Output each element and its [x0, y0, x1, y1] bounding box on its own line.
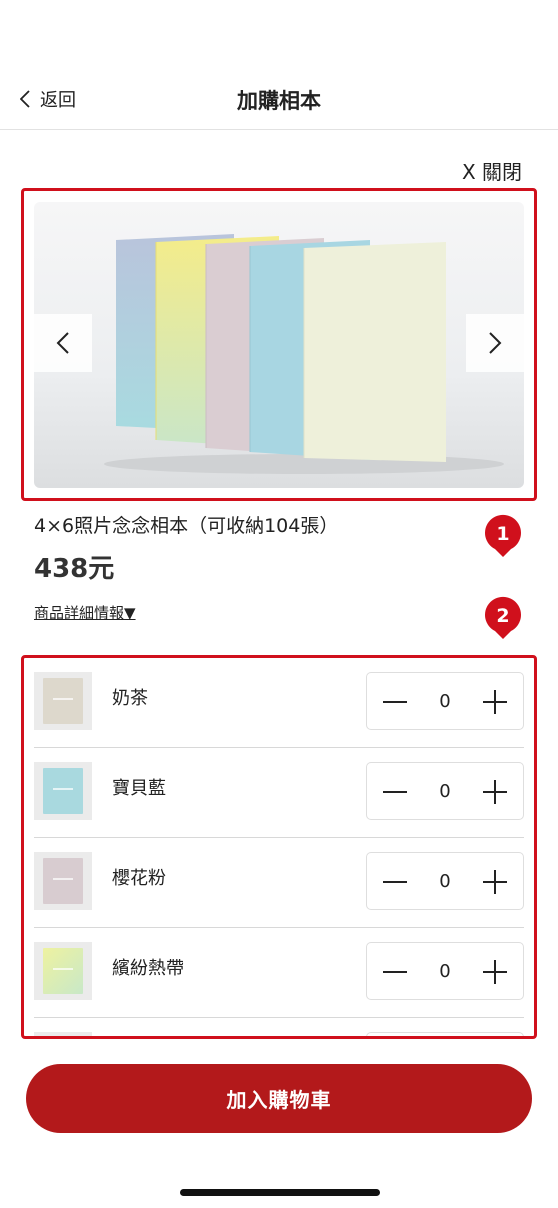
add-to-cart-button[interactable]: 加入購物車: [26, 1064, 532, 1133]
close-button[interactable]: X 關閉: [462, 156, 522, 185]
badge-number: 1: [496, 523, 510, 545]
annotation-badge-2: 2: [483, 595, 523, 641]
nav-bar: 返回 加購相本: [0, 70, 558, 130]
product-details-link[interactable]: 商品詳細情報▼: [34, 602, 136, 623]
product-price: 438元: [34, 554, 115, 584]
annotation-badge-1: 1: [483, 513, 523, 559]
badge-number: 2: [496, 605, 510, 627]
home-indicator: [180, 1189, 380, 1196]
product-name: 4×6照片念念相本（可收納104張）: [34, 515, 339, 537]
highlight-box-2: [21, 655, 537, 1039]
page-title: 加購相本: [237, 89, 321, 113]
highlight-box-1: [21, 188, 537, 501]
